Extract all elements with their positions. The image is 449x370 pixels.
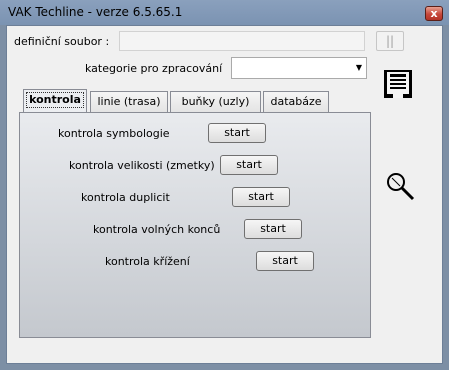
check-label: kontrola křížení <box>105 255 190 268</box>
tab-linie[interactable]: linie (trasa) <box>90 91 168 113</box>
start-button[interactable]: start <box>208 123 266 143</box>
start-button[interactable]: start <box>256 251 314 271</box>
check-label: kontrola velikosti (zmetky) <box>69 159 215 172</box>
kontrola-panel: kontrola symbologie start kontrola velik… <box>19 112 371 338</box>
title-bar[interactable]: VAK Techline - verze 6.5.65.1 x <box>0 0 449 25</box>
client-area: definiční soubor : || kategorie pro zpra… <box>6 25 443 364</box>
tab-bunky[interactable]: buňky (uzly) <box>170 91 261 113</box>
tab-databaze[interactable]: databáze <box>263 91 329 113</box>
app-window: VAK Techline - verze 6.5.65.1 x definičn… <box>0 0 449 370</box>
check-label: kontrola duplicit <box>81 191 170 204</box>
window-title: VAK Techline - verze 6.5.65.1 <box>8 5 183 19</box>
definicni-soubor-label: definiční soubor : <box>14 35 110 48</box>
close-icon: x <box>430 7 438 20</box>
browse-button[interactable]: || <box>376 31 404 51</box>
close-button[interactable]: x <box>425 6 443 21</box>
magnifier-icon[interactable] <box>385 171 417 203</box>
tab-kontrola[interactable]: kontrola <box>23 89 87 114</box>
check-label: kontrola volných konců <box>93 223 221 236</box>
definicni-soubor-field[interactable] <box>119 31 365 51</box>
start-button[interactable]: start <box>244 219 302 239</box>
start-button[interactable]: start <box>220 155 278 175</box>
chevron-down-icon: ▼ <box>355 63 362 72</box>
save-icon[interactable] <box>382 68 414 100</box>
check-label: kontrola symbologie <box>58 127 170 140</box>
kategorie-label: kategorie pro zpracování <box>85 62 223 75</box>
kategorie-select[interactable]: ▼ <box>231 57 367 79</box>
start-button[interactable]: start <box>232 187 290 207</box>
